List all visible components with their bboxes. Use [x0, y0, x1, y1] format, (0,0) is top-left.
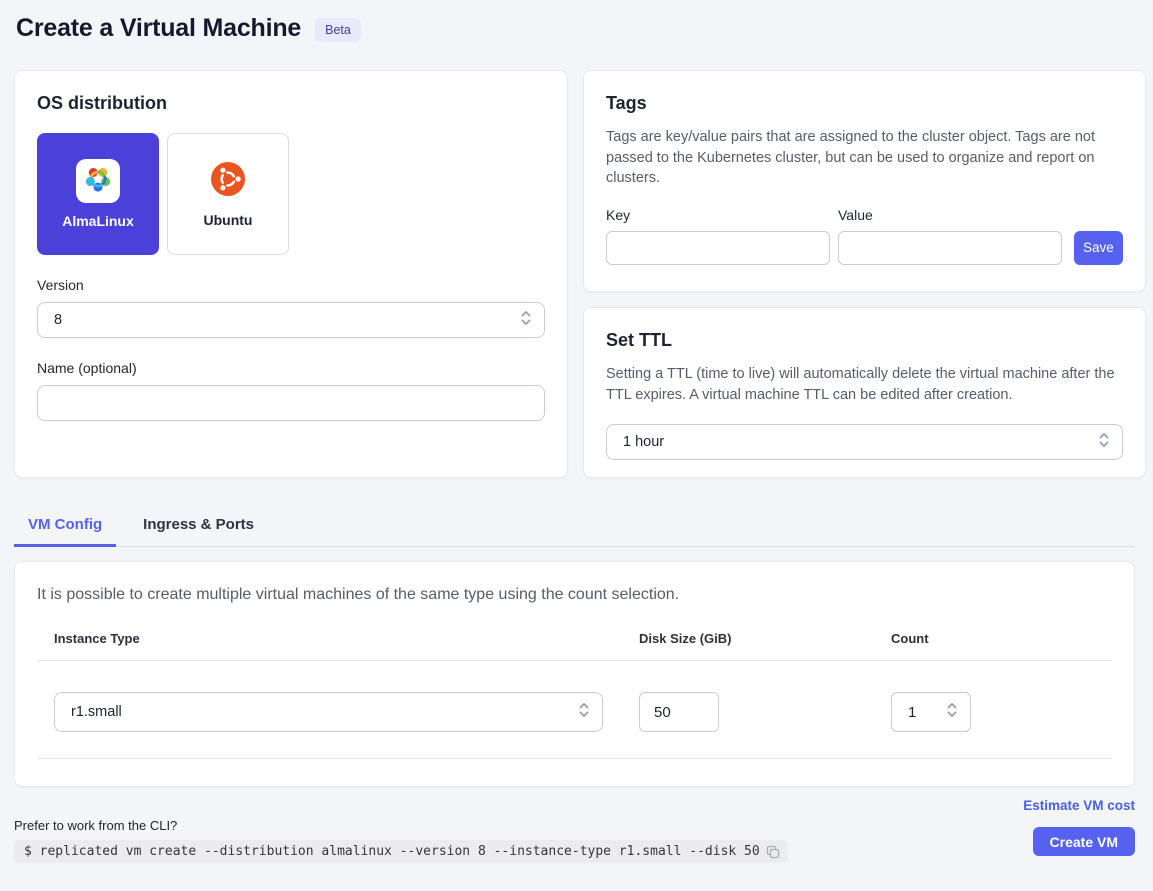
tag-key-field: Key	[606, 207, 830, 265]
tag-value-input[interactable]	[838, 231, 1062, 265]
copy-icon[interactable]	[766, 845, 780, 859]
chevron-updown-icon	[520, 309, 532, 331]
version-label: Version	[37, 277, 545, 293]
vm-table-row: r1.small 1	[37, 661, 1112, 759]
page-header: Create a Virtual Machine Beta	[14, 14, 1135, 43]
chevron-updown-icon	[578, 701, 590, 723]
count-value: 1	[908, 704, 916, 721]
tags-card-description: Tags are key/value pairs that are assign…	[606, 127, 1123, 189]
chevron-updown-icon	[1098, 431, 1110, 453]
ttl-select[interactable]: 1 hour	[606, 424, 1123, 460]
os-tile-ubuntu[interactable]: Ubuntu	[167, 133, 289, 255]
os-tile-almalinux-label: AlmaLinux	[62, 213, 134, 229]
os-card-title: OS distribution	[37, 93, 545, 114]
disk-size-input[interactable]	[639, 692, 719, 732]
vm-config-intro: It is possible to create multiple virtua…	[37, 586, 1112, 604]
vm-name-label: Name (optional)	[37, 360, 545, 376]
vm-table-header: Instance Type Disk Size (GiB) Count	[37, 631, 1112, 661]
page-title: Create a Virtual Machine	[16, 14, 301, 43]
beta-badge: Beta	[315, 18, 361, 42]
vm-config-card: It is possible to create multiple virtua…	[14, 561, 1135, 787]
os-tile-ubuntu-label: Ubuntu	[204, 212, 253, 228]
tab-vm-config[interactable]: VM Config	[14, 505, 116, 547]
instance-type-select[interactable]: r1.small	[54, 692, 603, 732]
cli-command-box: $ replicated vm create --distribution al…	[14, 840, 788, 863]
count-stepper[interactable]: 1	[891, 692, 971, 732]
tags-card-title: Tags	[606, 93, 1123, 114]
vm-name-input[interactable]	[37, 385, 545, 421]
ubuntu-icon	[210, 161, 246, 202]
column-disk-size: Disk Size (GiB)	[639, 631, 891, 646]
tag-form: Key Value Save	[606, 207, 1123, 265]
cli-block: Prefer to work from the CLI? $ replicate…	[14, 818, 788, 863]
tab-ingress-ports[interactable]: Ingress & Ports	[129, 505, 268, 547]
almalinux-logo-box	[76, 159, 120, 203]
ttl-card-title: Set TTL	[606, 330, 1123, 351]
top-cards-row: OS distribution	[14, 70, 1135, 478]
os-tile-almalinux[interactable]: AlmaLinux	[37, 133, 159, 255]
tag-value-field: Value	[838, 207, 1062, 265]
version-select-value: 8	[54, 312, 62, 328]
set-ttl-card: Set TTL Setting a TTL (time to live) wil…	[583, 307, 1146, 478]
config-tabs: VM Config Ingress & Ports	[14, 505, 1135, 547]
os-tiles: AlmaLinux	[37, 133, 545, 255]
tag-key-label: Key	[606, 207, 830, 223]
almalinux-icon	[83, 164, 113, 199]
cli-command-text: $ replicated vm create --distribution al…	[24, 844, 760, 859]
ttl-card-description: Setting a TTL (time to live) will automa…	[606, 364, 1123, 405]
tags-card: Tags Tags are key/value pairs that are a…	[583, 70, 1146, 292]
estimate-row: Estimate VM cost	[14, 798, 1135, 813]
version-select[interactable]: 8	[37, 302, 545, 338]
chevron-updown-icon	[946, 701, 958, 723]
column-count: Count	[891, 631, 1112, 646]
instance-type-value: r1.small	[71, 704, 122, 720]
cli-prompt: Prefer to work from the CLI?	[14, 818, 788, 833]
os-distribution-card: OS distribution	[14, 70, 568, 478]
right-column: Tags Tags are key/value pairs that are a…	[583, 70, 1146, 478]
create-vm-page: Create a Virtual Machine Beta OS distrib…	[0, 0, 1153, 863]
tag-key-input[interactable]	[606, 231, 830, 265]
save-tag-button[interactable]: Save	[1074, 231, 1123, 265]
create-vm-button[interactable]: Create VM	[1033, 827, 1135, 856]
estimate-vm-cost-link[interactable]: Estimate VM cost	[1023, 798, 1135, 813]
ttl-select-value: 1 hour	[623, 434, 664, 450]
footer-row: Prefer to work from the CLI? $ replicate…	[14, 818, 1135, 863]
tag-value-label: Value	[838, 207, 1062, 223]
column-instance-type: Instance Type	[37, 631, 639, 646]
